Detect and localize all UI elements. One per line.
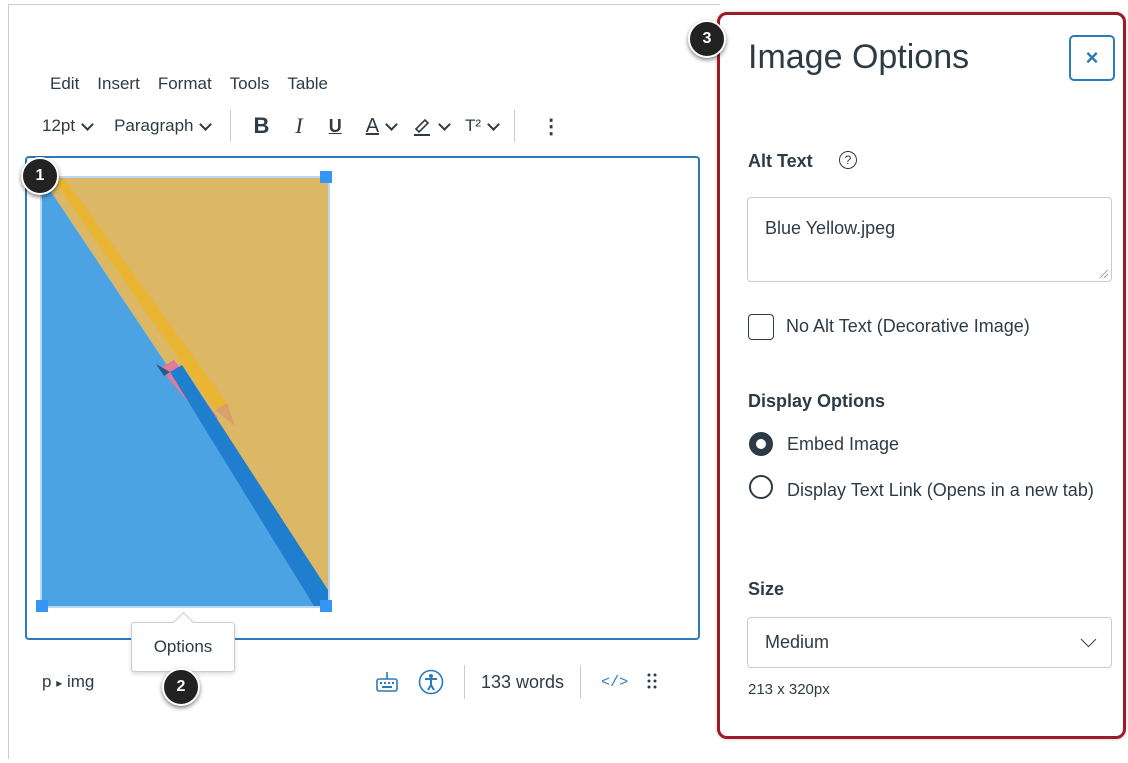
accessibility-checker-icon[interactable] — [418, 669, 444, 695]
options-label: Options — [153, 637, 213, 656]
text-color-button[interactable]: A — [365, 114, 398, 138]
display-text-link-label[interactable]: Display Text Link (Opens in a new tab) — [787, 478, 1105, 502]
keyboard-shortcuts-icon[interactable] — [374, 671, 400, 693]
menu-format[interactable]: Format — [158, 74, 212, 94]
no-alt-text-label[interactable]: No Alt Text (Decorative Image) — [786, 316, 1030, 337]
text-color-icon: A — [365, 114, 380, 137]
callout-badge-3: 3 — [688, 20, 726, 58]
pencils-image — [42, 178, 328, 606]
highlighter-icon — [414, 118, 431, 136]
status-separator — [464, 665, 465, 699]
panel-title: Image Options — [748, 38, 970, 76]
embed-image-label[interactable]: Embed Image — [787, 434, 899, 455]
block-format-value: Paragraph — [114, 116, 194, 135]
path-img[interactable]: img — [67, 672, 94, 691]
highlight-color-button[interactable] — [412, 115, 451, 137]
path-p[interactable]: p — [42, 672, 51, 691]
toolbar-separator — [230, 110, 232, 142]
chevron-down-icon — [199, 117, 213, 131]
word-count: 133 words — [481, 671, 565, 692]
underline-button[interactable]: U — [329, 116, 342, 137]
menubar: Edit Insert Format Tools Table — [50, 74, 346, 94]
font-size-value: 12pt — [42, 116, 76, 135]
block-format-dropdown[interactable]: Paragraph — [114, 116, 213, 136]
image-dimensions: 213 x 320px — [748, 681, 830, 698]
chevron-down-icon — [1080, 631, 1097, 648]
resize-handle-bottom-left[interactable] — [36, 600, 48, 612]
toolbar-separator — [514, 110, 516, 142]
display-text-link-radio[interactable] — [749, 475, 773, 499]
alt-text-value: Blue Yellow.jpeg — [765, 218, 896, 238]
resize-grip-icon[interactable] — [1100, 270, 1108, 278]
selected-image[interactable] — [40, 176, 330, 608]
superscript-button[interactable]: T² — [465, 116, 500, 136]
superscript-icon: T² — [465, 116, 482, 135]
help-icon[interactable]: ? — [839, 151, 857, 169]
chevron-down-icon — [487, 117, 500, 131]
alt-text-input[interactable]: Blue Yellow.jpeg — [747, 197, 1112, 282]
size-value: Medium — [765, 632, 830, 652]
html-editor-toggle[interactable]: </> — [601, 674, 628, 691]
size-select[interactable]: Medium — [747, 617, 1112, 668]
alt-text-label: Alt Text — [748, 151, 813, 171]
resize-handle-bottom-right[interactable] — [320, 600, 332, 612]
no-alt-text-checkbox[interactable] — [748, 314, 774, 340]
toolbar: 12pt Paragraph B I U A T² ⋮ — [42, 110, 561, 142]
status-bar-right: 133 words </> — [370, 665, 658, 699]
callout-badge-1: 1 — [21, 157, 59, 195]
path-separator-icon: ▸ — [56, 676, 63, 690]
bold-button[interactable]: B — [253, 113, 269, 139]
chevron-down-icon — [81, 117, 94, 131]
chevron-down-icon — [438, 117, 451, 131]
element-path: p ▸ img — [42, 672, 94, 692]
frame-left-border — [8, 4, 9, 759]
more-options-icon[interactable]: ⋮ — [541, 114, 561, 139]
menu-tools[interactable]: Tools — [230, 74, 270, 94]
menu-table[interactable]: Table — [287, 74, 328, 94]
menu-insert[interactable]: Insert — [97, 74, 140, 94]
menu-edit[interactable]: Edit — [50, 74, 79, 94]
resize-drag-handle-icon[interactable] — [646, 671, 658, 693]
italic-button[interactable]: I — [295, 113, 302, 139]
size-label: Size — [748, 579, 785, 599]
close-button[interactable]: × — [1069, 35, 1115, 81]
status-separator — [580, 665, 582, 699]
display-options-label: Display Options — [748, 391, 886, 411]
resize-handle-top-right[interactable] — [320, 171, 332, 183]
callout-badge-2: 2 — [162, 668, 200, 706]
close-icon: × — [1085, 45, 1099, 70]
font-size-dropdown[interactable]: 12pt — [42, 116, 94, 136]
image-options-button[interactable]: Options — [131, 622, 235, 672]
frame-top-border — [8, 4, 720, 5]
embed-image-radio[interactable] — [749, 432, 773, 456]
chevron-down-icon — [385, 117, 398, 131]
help-glyph: ? — [844, 153, 852, 167]
